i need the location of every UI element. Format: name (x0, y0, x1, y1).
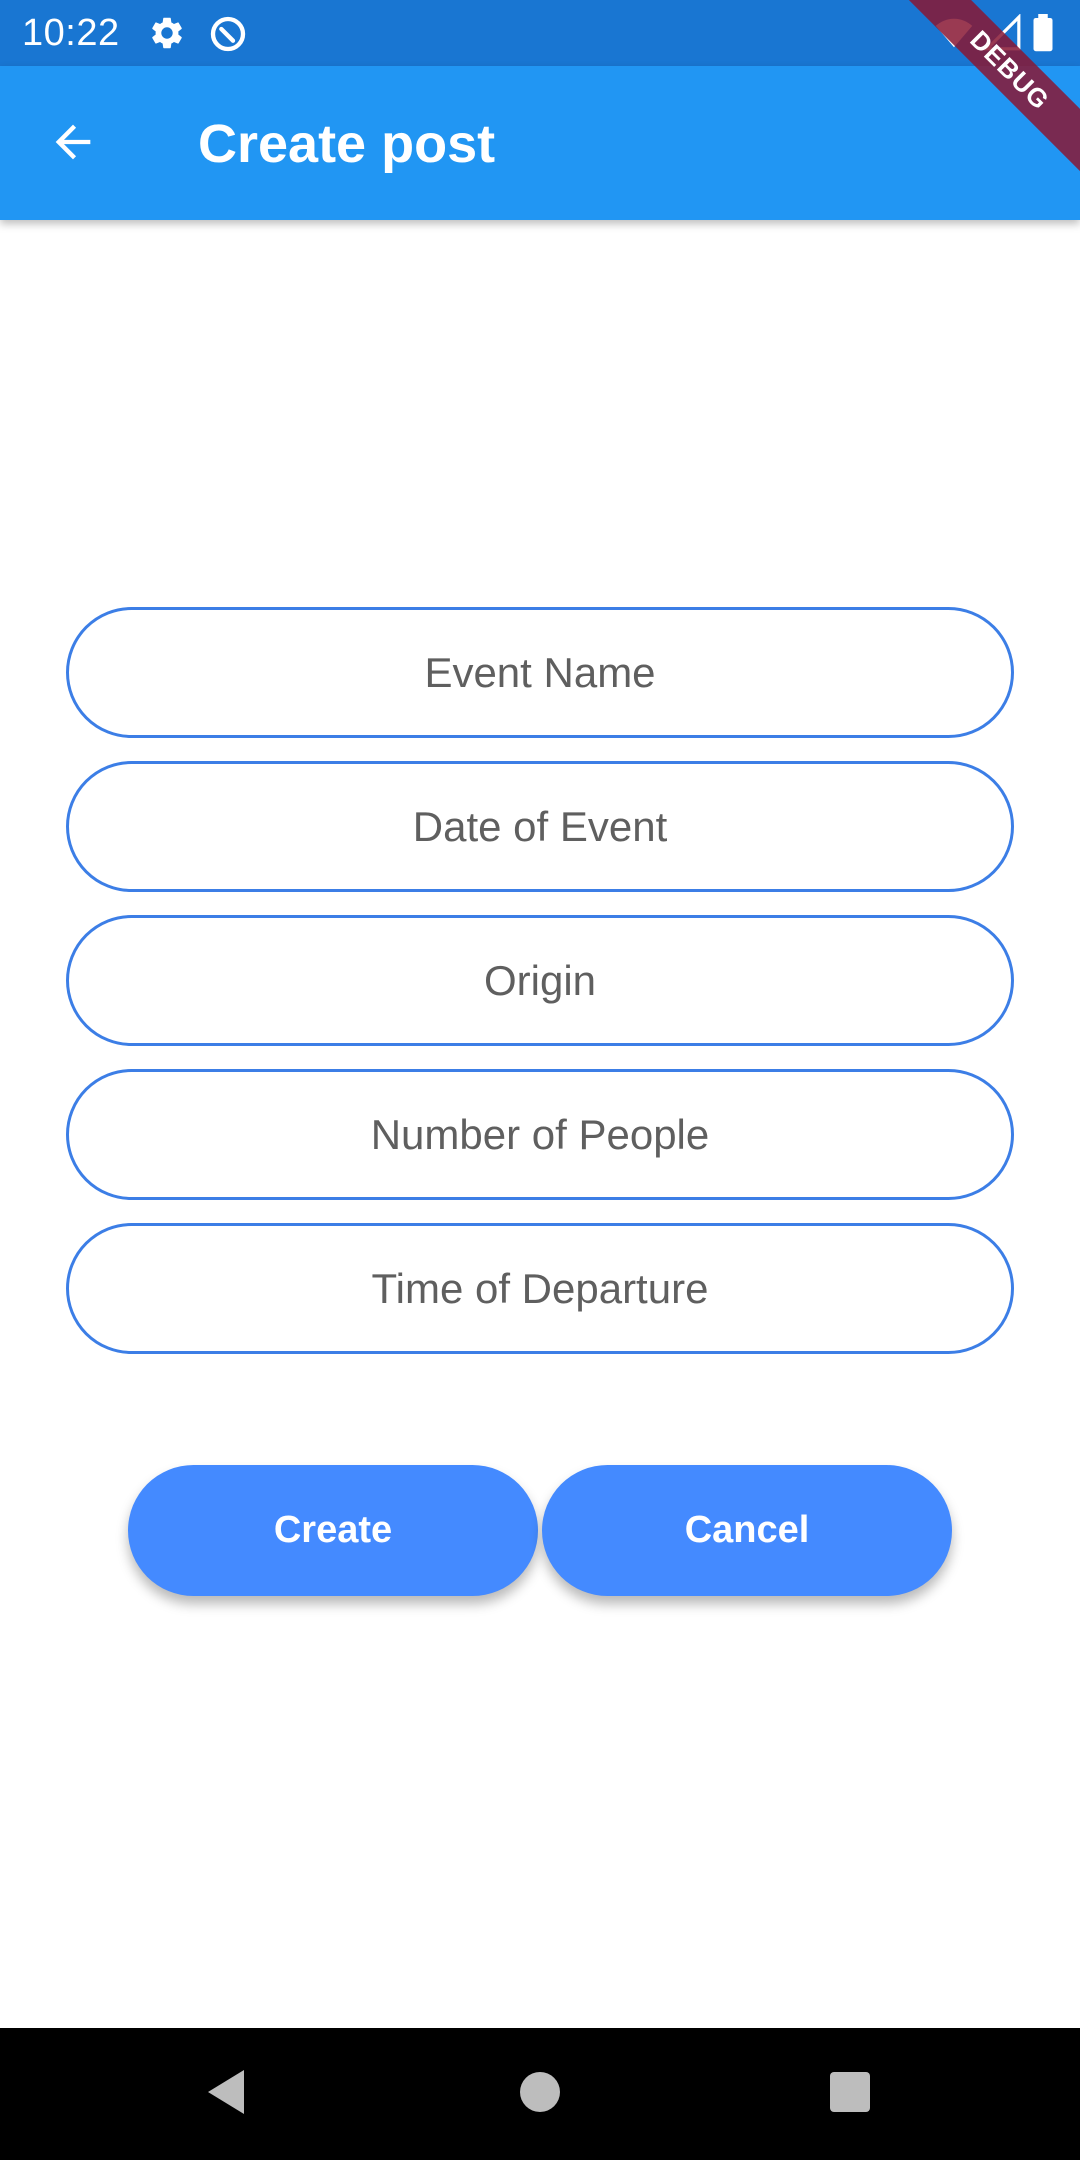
date-of-event-field[interactable] (114, 801, 966, 852)
date-of-event-field-container (66, 761, 1014, 892)
back-button[interactable] (38, 109, 108, 179)
time-of-departure-field-container (66, 1223, 1014, 1354)
gear-icon (148, 14, 186, 52)
status-time: 10:22 (22, 12, 120, 54)
create-button[interactable]: Create (128, 1465, 538, 1596)
action-buttons: Create Cancel (128, 1465, 952, 1596)
data-saver-icon (208, 14, 246, 52)
event-name-field-container (66, 607, 1014, 738)
screen: 10:22 DEBUG Create post Event Name Date … (0, 0, 1080, 2160)
nav-recents-button[interactable] (820, 2064, 880, 2124)
origin-field[interactable] (114, 955, 966, 1006)
event-name-field[interactable] (114, 647, 966, 698)
navigation-bar (0, 2028, 1080, 2160)
arrow-back-icon (47, 116, 99, 173)
time-of-departure-field[interactable] (114, 1263, 966, 1314)
back-triangle-icon (204, 2068, 248, 2121)
create-post-form (66, 607, 1014, 1377)
nav-home-button[interactable] (510, 2064, 570, 2124)
number-of-people-field-container (66, 1069, 1014, 1200)
number-of-people-field[interactable] (114, 1109, 966, 1160)
recents-square-icon (828, 2070, 872, 2119)
home-circle-icon (518, 2070, 562, 2119)
page-title: Create post (198, 114, 496, 174)
app-bar: Create post (0, 66, 1080, 220)
cancel-button[interactable]: Cancel (542, 1465, 952, 1596)
origin-field-container (66, 915, 1014, 1046)
nav-back-button[interactable] (196, 2064, 256, 2124)
battery-icon (1030, 14, 1056, 52)
